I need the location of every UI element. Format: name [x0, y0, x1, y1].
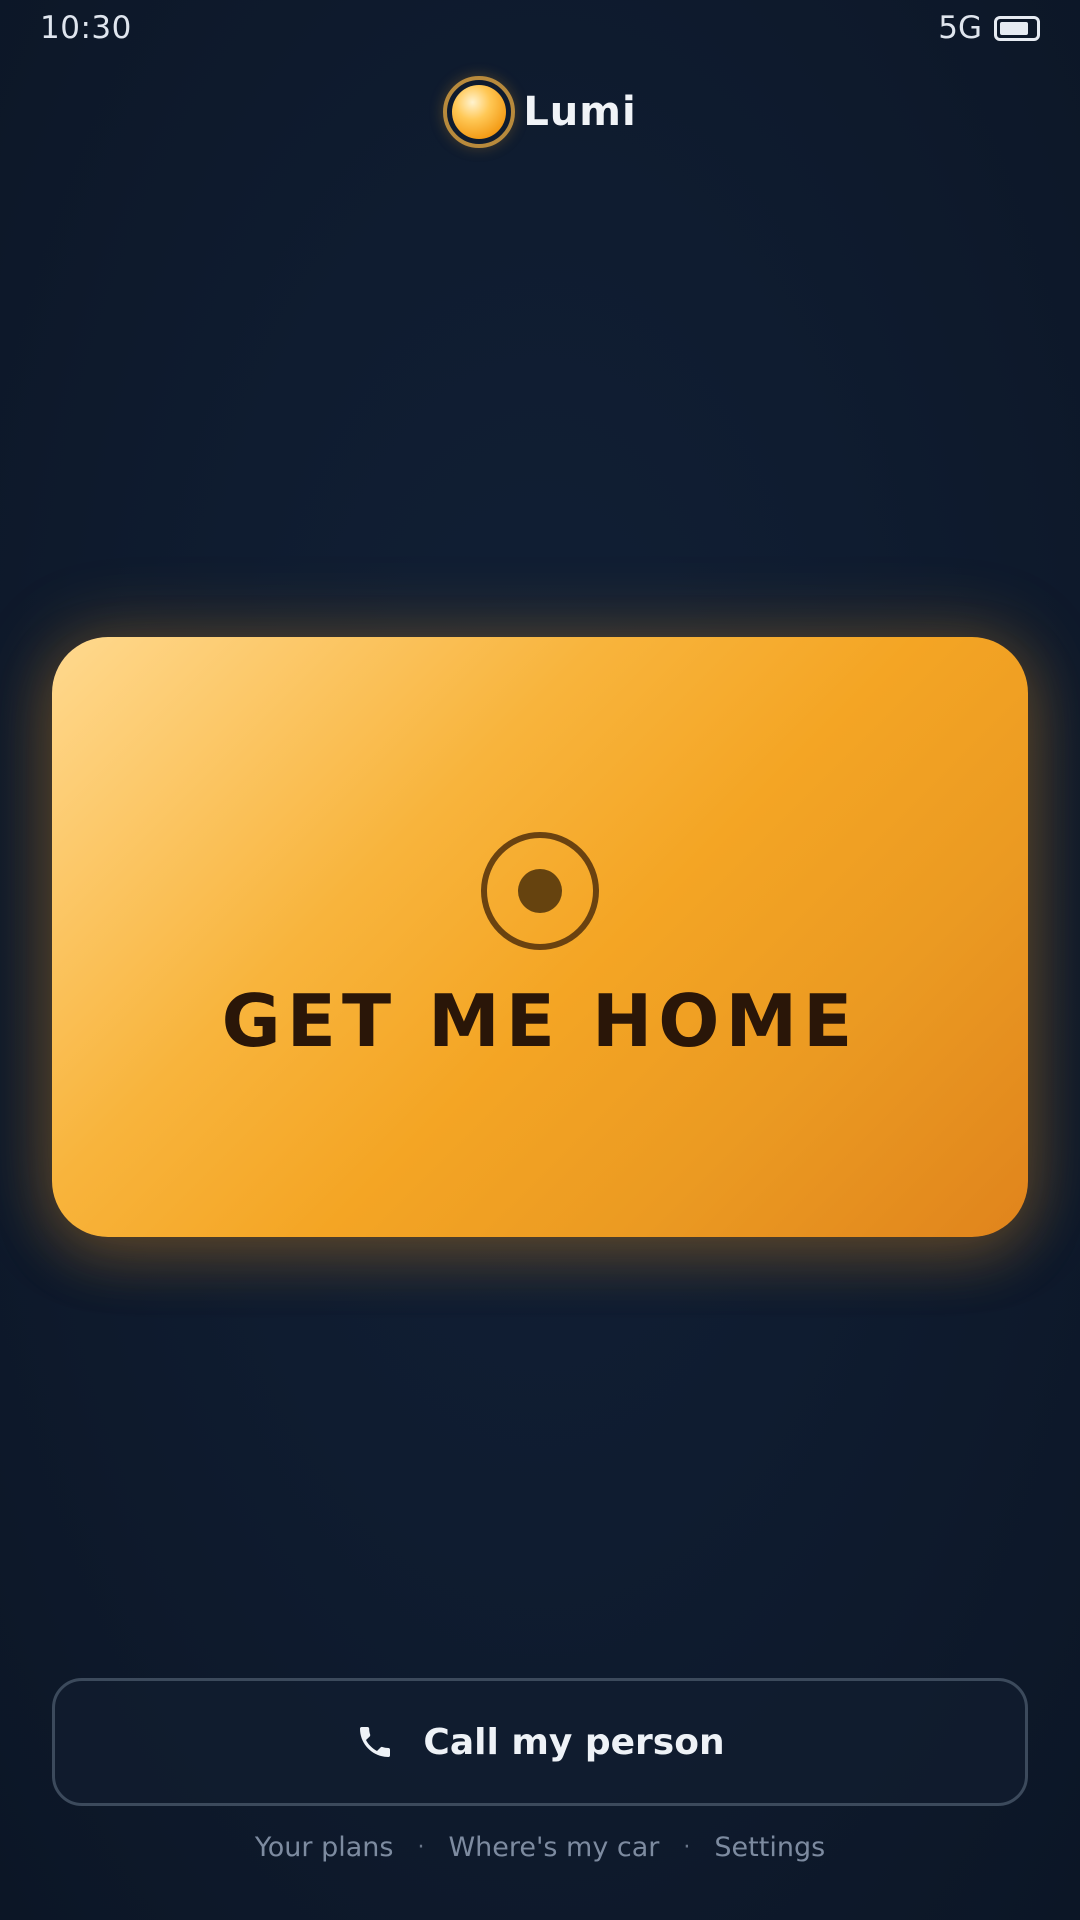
- footer-nav: Your plans · Where's my car · Settings: [0, 1832, 1080, 1863]
- get-me-home-button[interactable]: GET ME HOME: [52, 637, 1028, 1237]
- app-name: Lumi: [523, 89, 637, 135]
- footer-link-wheres-my-car[interactable]: Where's my car: [448, 1832, 659, 1863]
- orb-core: [452, 85, 507, 139]
- network-indicator: 5G: [938, 10, 982, 46]
- call-my-person-button[interactable]: Call my person: [52, 1678, 1028, 1806]
- footer-link-settings[interactable]: Settings: [714, 1832, 825, 1863]
- orb-logo-icon: [443, 76, 516, 148]
- footer-link-your-plans[interactable]: Your plans: [255, 1832, 394, 1863]
- app-brand: Lumi: [0, 76, 1080, 148]
- battery-icon: [994, 15, 1040, 41]
- call-my-person-label: Call my person: [423, 1721, 725, 1763]
- get-me-home-label: GET ME HOME: [221, 979, 859, 1063]
- target-icon: [481, 832, 599, 950]
- status-bar: 10:30 5G: [0, 0, 1080, 60]
- status-time: 10:30: [40, 10, 132, 46]
- phone-icon: [360, 1727, 391, 1757]
- footer-separator: ·: [683, 1835, 691, 1860]
- status-indicators: 5G: [938, 10, 1040, 46]
- footer-separator: ·: [417, 1835, 425, 1860]
- battery-fill: [1000, 21, 1028, 35]
